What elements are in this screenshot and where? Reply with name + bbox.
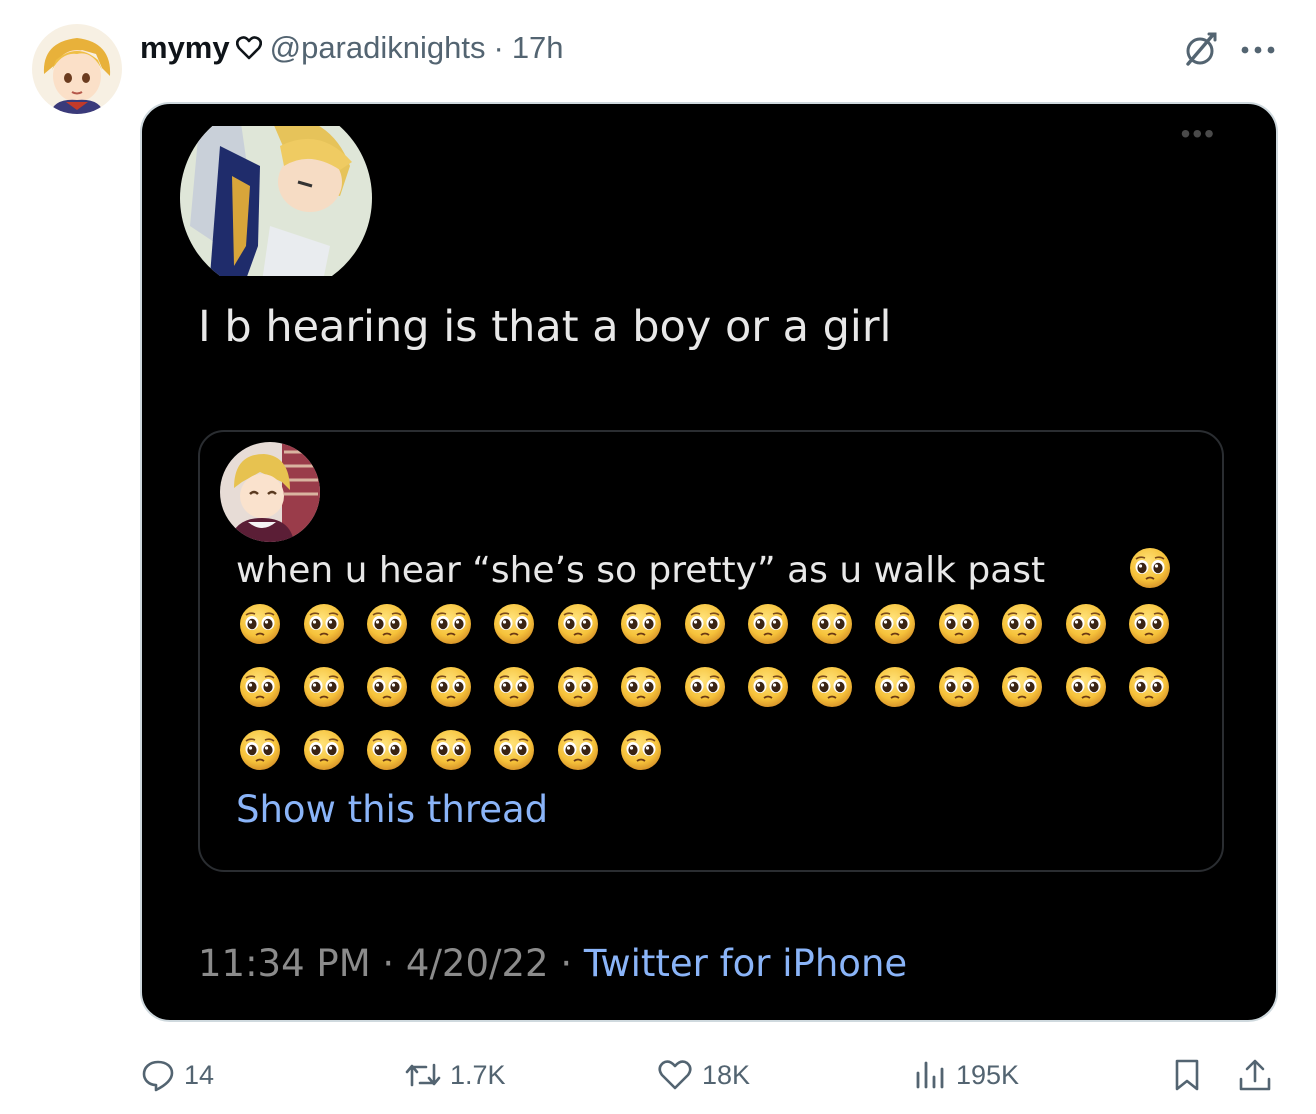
tweet-header: mymy @paradiknights · 17h (140, 26, 564, 70)
emoji-row (238, 728, 1198, 791)
pleading-face-emoji (556, 665, 600, 709)
pleading-face-emoji (302, 728, 346, 772)
display-name[interactable]: mymy (140, 30, 230, 66)
views-icon (916, 1061, 944, 1089)
emoji-row (238, 602, 1198, 665)
pleading-face-emoji (1000, 665, 1044, 709)
pleading-face-emoji (937, 602, 981, 646)
pleading-face-emoji (746, 665, 790, 709)
embedded-date: 4/20/22 (405, 942, 549, 985)
pleading-face-emoji (873, 665, 917, 709)
pleading-face-emoji (492, 665, 536, 709)
embedded-avatar (180, 104, 372, 294)
pleading-face-emoji (683, 602, 727, 646)
pleading-face-emoji (810, 602, 854, 646)
pleading-face-emoji (683, 665, 727, 709)
bookmark-button[interactable] (1170, 1052, 1212, 1098)
pleading-face-emoji (365, 665, 409, 709)
like-icon (658, 1060, 692, 1090)
pleading-face-emoji (619, 602, 663, 646)
views-button[interactable]: 195K (912, 1052, 1019, 1098)
pleading-face-emoji (873, 602, 917, 646)
pleading-face-emoji (238, 665, 282, 709)
handle[interactable]: @paradiknights (270, 30, 486, 66)
more-icon[interactable] (1238, 30, 1278, 70)
meta-separator: · (370, 942, 406, 985)
bookmark-icon (1175, 1059, 1199, 1091)
pleading-face-emoji (302, 602, 346, 646)
embedded-time: 11:34 PM (198, 942, 371, 985)
pleading-face-emoji (1127, 665, 1171, 709)
tweet-media-image[interactable]: ••• I b hearing is that a boy or a girl (140, 102, 1278, 1022)
grok-icon[interactable] (1178, 28, 1222, 72)
pleading-face-emoji (556, 728, 600, 772)
show-thread-link[interactable]: Show this thread (236, 788, 548, 831)
pleading-face-emoji (1064, 602, 1108, 646)
pleading-face-emoji (302, 665, 346, 709)
pleading-face-emoji (556, 602, 600, 646)
quoted-tweet-text: when u hear “she’s so pretty” as u walk … (236, 550, 1046, 591)
pleading-face-emoji (429, 665, 473, 709)
pleading-face-emoji (1127, 602, 1171, 646)
repost-icon (405, 1063, 441, 1087)
reply-button[interactable]: 14 (140, 1052, 214, 1098)
views-count: 195K (956, 1059, 1020, 1090)
media-dots-icon: ••• (1180, 118, 1216, 149)
meta-separator: · (548, 942, 584, 985)
pleading-face-emoji (429, 602, 473, 646)
author-avatar[interactable] (32, 24, 122, 114)
pleading-face-emoji (429, 728, 473, 772)
quoted-tweet: when u hear “she’s so pretty” as u walk … (198, 430, 1224, 872)
pleading-face-emoji (492, 602, 536, 646)
pleading-face-emoji (1000, 602, 1044, 646)
pleading-face-emoji (1128, 546, 1172, 590)
pleading-face-emoji (619, 665, 663, 709)
share-icon (1239, 1059, 1271, 1091)
pleading-face-emoji (1064, 665, 1108, 709)
heart-icon (235, 36, 262, 60)
like-button[interactable]: 18K (656, 1052, 750, 1098)
repost-button[interactable]: 1.7K (404, 1052, 506, 1098)
timestamp[interactable]: 17h (512, 30, 564, 66)
quoted-avatar (220, 442, 320, 542)
reply-count: 14 (184, 1059, 215, 1090)
pleading-face-emoji (746, 602, 790, 646)
emoji-grid (238, 602, 1198, 791)
reply-icon (142, 1060, 174, 1092)
pleading-face-emoji (238, 728, 282, 772)
pleading-face-emoji (365, 728, 409, 772)
embedded-source: Twitter for iPhone (583, 942, 908, 985)
pleading-face-emoji (238, 602, 282, 646)
emoji-row (238, 665, 1198, 728)
pleading-face-emoji (619, 728, 663, 772)
pleading-face-emoji (937, 665, 981, 709)
embedded-meta: 11:34 PM · 4/20/22 · Twitter for iPhone (198, 942, 907, 985)
pleading-face-emoji (365, 602, 409, 646)
repost-count: 1.7K (450, 1059, 506, 1090)
pleading-face-emoji (810, 665, 854, 709)
action-bar: 14 1.7K 18K 195K (0, 1052, 1316, 1098)
like-count: 18K (702, 1059, 751, 1090)
header-separator: · (493, 30, 504, 65)
pleading-face-emoji (492, 728, 536, 772)
share-button[interactable] (1236, 1052, 1282, 1098)
embedded-tweet-text: I b hearing is that a boy or a girl (198, 302, 892, 352)
